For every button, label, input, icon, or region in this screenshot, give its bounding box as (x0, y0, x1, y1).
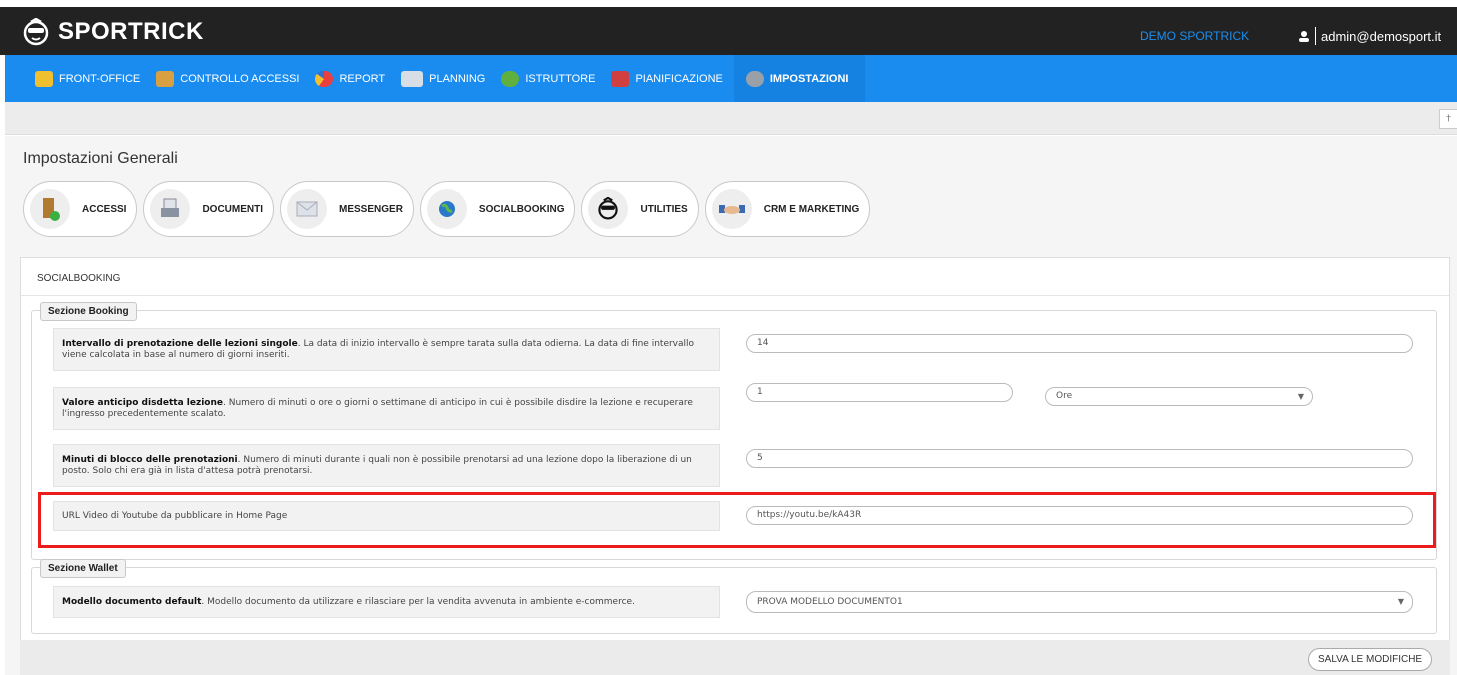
anticipo-unit-value: Ore (1056, 391, 1073, 401)
mascot-logo-icon (23, 18, 49, 46)
instructors-icon (501, 70, 520, 87)
modello-label: Modello documento default. Modello docum… (53, 586, 720, 618)
youtube-label: URL Video di Youtube da pubblicare in Ho… (53, 501, 720, 531)
modello-desc: . Modello documento da utilizzare e rila… (201, 596, 635, 607)
nav-item-controllo-accessi[interactable]: CONTROLLO ACCESSI (151, 55, 310, 102)
panel-title: SOCIALBOOKING (37, 273, 121, 284)
gear-icon (745, 70, 764, 87)
divider (21, 295, 1449, 296)
printer-icon (150, 189, 191, 229)
access-icon (156, 70, 175, 87)
envelope-icon (287, 189, 328, 229)
user-menu[interactable]: admin@demosport.it (1298, 27, 1441, 45)
header: SPORTRICK DEMO SPORTRICK admin@demosport… (0, 7, 1457, 55)
tab-label: ACCESSI (82, 203, 127, 215)
door-icon (30, 189, 70, 229)
anticipo-label: Valore anticipo disdetta lezione. Numero… (53, 387, 720, 430)
chevron-down-icon: ▼ (1297, 392, 1304, 401)
tab-socialbooking[interactable]: SOCIALBOOKING (419, 181, 576, 237)
settings-tabs: ACCESSI DOCUMENTI MESSENGER SOCIALBOOKIN… (23, 181, 876, 237)
wallet-legend: Sezione Wallet (40, 559, 126, 578)
nav-label: PIANIFICAZIONE (635, 72, 723, 85)
tab-label: UTILITIES (640, 203, 688, 215)
person-icon (35, 70, 53, 87)
tab-utilities[interactable]: UTILITIES (581, 181, 699, 237)
youtube-desc: URL Video di Youtube da pubblicare in Ho… (62, 510, 288, 521)
modello-title: Modello documento default (62, 596, 202, 607)
youtube-url-input[interactable]: https://youtu.be/kA43R (746, 506, 1413, 525)
tab-label: DOCUMENTI (202, 203, 264, 215)
nav-label: IMPOSTAZIONI (769, 72, 849, 85)
brand-name: SPORTRICK (58, 18, 204, 45)
intervallo-title: Intervallo di prenotazione delle lezioni… (62, 338, 298, 349)
anticipo-title: Valore anticipo disdetta lezione (62, 397, 223, 408)
nav-item-pianificazione[interactable]: PIANIFICAZIONE (606, 55, 733, 102)
chevron-down-icon: ▼ (1397, 597, 1404, 606)
pin-icon[interactable]: † (1439, 109, 1457, 129)
user-email: admin@demosport.it (1321, 28, 1442, 44)
save-button[interactable]: SALVA LE MODIFICHE (1308, 648, 1433, 671)
company-name[interactable]: DEMO SPORTRICK (1140, 29, 1249, 43)
intervallo-input[interactable]: 14 (746, 334, 1413, 353)
toolbar-strip: † (5, 102, 1457, 135)
tab-messenger[interactable]: MESSENGER (280, 181, 414, 237)
nav-item-report[interactable]: REPORT (310, 55, 396, 102)
mascot-icon (588, 189, 629, 229)
separator (1315, 27, 1316, 45)
tab-label: MESSENGER (339, 203, 403, 215)
blocco-label: Minuti di blocco delle prenotazioni. Num… (53, 444, 720, 487)
nav-item-planning[interactable]: PLANNING (396, 55, 496, 102)
intervallo-label: Intervallo di prenotazione delle lezioni… (53, 328, 720, 371)
modello-select[interactable]: PROVA MODELLO DOCUMENTO1 ▼ (746, 591, 1413, 613)
modello-value: PROVA MODELLO DOCUMENTO1 (757, 597, 903, 607)
anticipo-input[interactable]: 1 (746, 383, 1013, 402)
nav-label: CONTROLLO ACCESSI (180, 72, 300, 85)
calendar-grid-icon (401, 70, 424, 87)
handshake-icon (711, 189, 752, 229)
booking-legend: Sezione Booking (40, 302, 137, 321)
page-title: Impostazioni Generali (23, 150, 178, 167)
nav-item-istruttore[interactable]: ISTRUTTORE (496, 55, 606, 102)
nav-label: PLANNING (429, 72, 486, 85)
calendar-icon (611, 70, 630, 87)
nav-item-front-office[interactable]: FRONT-OFFICE (30, 55, 151, 102)
nav-label: FRONT-OFFICE (59, 72, 141, 85)
tab-label: SOCIALBOOKING (478, 203, 565, 215)
blocco-input[interactable]: 5 (746, 449, 1413, 468)
main-nav: FRONT-OFFICE CONTROLLO ACCESSI REPORT PL… (5, 55, 1457, 109)
nav-label: REPORT (339, 72, 386, 85)
tab-accessi[interactable]: ACCESSI (23, 181, 138, 237)
top-bar: SPORTRICK DEMO SPORTRICK admin@demosport… (0, 0, 1457, 55)
blocco-title: Minuti di blocco delle prenotazioni (62, 454, 238, 465)
nav-item-impostazioni[interactable]: IMPOSTAZIONI (733, 55, 865, 109)
logo[interactable]: SPORTRICK (22, 17, 204, 47)
tab-documenti[interactable]: DOCUMENTI (143, 181, 275, 237)
footer-bar (20, 640, 1450, 675)
tab-label: CRM E MARKETING (763, 203, 860, 215)
tab-crm-e-marketing[interactable]: CRM E MARKETING (704, 181, 871, 237)
anticipo-unit-select[interactable]: Ore ▼ (1045, 387, 1313, 406)
nav-label: ISTRUTTORE (525, 72, 596, 85)
globe-icon (426, 189, 467, 229)
user-icon (1299, 31, 1309, 42)
pie-chart-icon (315, 70, 334, 87)
